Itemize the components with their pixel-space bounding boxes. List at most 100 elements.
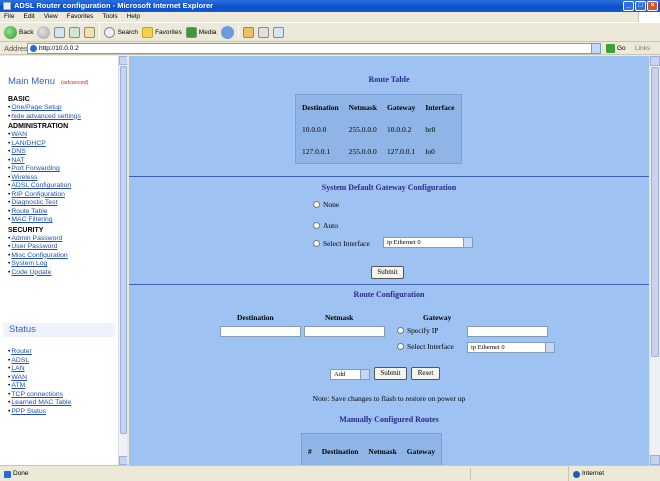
address-dropdown-icon[interactable] xyxy=(591,44,600,53)
nav-link-wireless[interactable]: Wireless xyxy=(8,174,116,183)
nav-link-wan[interactable]: WAN xyxy=(8,131,116,140)
home-icon[interactable] xyxy=(84,26,96,38)
radio-specify-ip-label: Specify IP xyxy=(407,326,439,335)
scroll-thumb[interactable] xyxy=(651,67,659,357)
scroll-down-icon[interactable] xyxy=(119,456,127,465)
status-link-wan[interactable]: WAN xyxy=(8,374,116,383)
netmask-input[interactable] xyxy=(304,326,385,337)
links-button[interactable]: Links xyxy=(635,42,650,55)
mail-icon[interactable] xyxy=(242,26,254,38)
nav-link-user-password[interactable]: User Password xyxy=(8,243,116,252)
status-link-router[interactable]: Router xyxy=(8,348,116,357)
history-icon[interactable] xyxy=(220,25,234,39)
stop-icon[interactable] xyxy=(54,26,66,38)
back-button[interactable]: Back xyxy=(4,25,33,39)
close-button[interactable]: × xyxy=(647,1,658,11)
window-title: ADSL Router configuration - Microsoft In… xyxy=(14,1,214,10)
gateway-ip-input[interactable] xyxy=(467,326,548,337)
nav-link-route-table[interactable]: Route Table xyxy=(8,208,116,217)
status-link-lan[interactable]: LAN xyxy=(8,365,116,374)
menu-file[interactable]: File xyxy=(4,12,14,22)
radio-specify-ip[interactable] xyxy=(397,327,404,334)
scroll-up-icon[interactable] xyxy=(119,56,127,65)
radio-auto[interactable] xyxy=(313,222,320,229)
nav-link-system-log[interactable]: System Log xyxy=(8,260,116,269)
nav-link-lan-dhcp[interactable]: LAN/DHCP xyxy=(8,140,116,149)
menu-edit[interactable]: Edit xyxy=(23,12,34,22)
menu-help[interactable]: Help xyxy=(127,12,140,22)
gateway-submit-button[interactable]: Submit xyxy=(371,266,404,279)
radio-route-select-interface[interactable] xyxy=(397,343,404,350)
route-action-value: Add xyxy=(334,371,346,378)
menu-favorites[interactable]: Favorites xyxy=(67,12,94,22)
scroll-thumb[interactable] xyxy=(120,66,127,434)
refresh-icon[interactable] xyxy=(69,26,81,38)
manual-routes-title: Manually Configured Routes xyxy=(339,415,439,424)
route-reset-button[interactable]: Reset xyxy=(411,367,440,380)
nav-link-rip-configuration[interactable]: RIP Configuration xyxy=(8,191,116,200)
status-link-atm[interactable]: ATM xyxy=(8,382,116,391)
menu-view[interactable]: View xyxy=(44,12,58,22)
status-link-tcp-connections[interactable]: TCP connections xyxy=(8,391,116,400)
status-link-adsl[interactable]: ADSL xyxy=(8,357,116,366)
toolbar-separator xyxy=(99,25,101,39)
route-gateway-option-select-interface[interactable]: Select Interface xyxy=(397,342,454,351)
toolbar-separator xyxy=(237,25,239,39)
scroll-down-icon[interactable] xyxy=(650,455,660,465)
radio-select-interface[interactable] xyxy=(313,240,320,247)
table-row: 10.0.0.0 255.0.0.0 10.0.0.2 br0 xyxy=(298,119,459,139)
gateway-option-auto[interactable]: Auto xyxy=(313,221,338,230)
route-table-title: Route Table xyxy=(368,75,410,84)
left-scrollbar[interactable] xyxy=(118,56,127,465)
favorites-button[interactable]: Favorites xyxy=(142,26,182,38)
go-button[interactable]: Go xyxy=(606,42,626,55)
print-icon[interactable] xyxy=(257,26,269,38)
nav-link-mac-filtering[interactable]: MAC Filtering xyxy=(8,216,116,225)
status-link-ppp-status[interactable]: PPP Status xyxy=(8,408,116,417)
route-interface-select[interactable]: ip Ethernet 0 xyxy=(467,342,555,353)
edit-icon[interactable] xyxy=(272,26,284,38)
page-done-icon xyxy=(4,470,11,478)
cell-interface: lo0 xyxy=(425,146,435,156)
nav-link-nat[interactable]: NAT xyxy=(8,157,116,166)
nav-link-hide-advanced[interactable]: hide advanced settings xyxy=(8,113,116,122)
nav-link-admin-password[interactable]: Admin Password xyxy=(8,235,116,244)
gateway-label: Gateway xyxy=(423,313,452,322)
media-button[interactable]: Media xyxy=(185,26,217,38)
nav-link-one-page-setup[interactable]: One/Page Setup xyxy=(8,104,116,113)
nav-link-adsl-configuration[interactable]: ADSL Configuration xyxy=(8,182,116,191)
gateway-option-none[interactable]: None xyxy=(313,200,339,209)
chevron-down-icon xyxy=(545,343,554,352)
route-gateway-option-specify-ip[interactable]: Specify IP xyxy=(397,326,438,335)
content-scrollbar[interactable] xyxy=(649,56,660,465)
favorites-label: Favorites xyxy=(155,28,182,36)
nav-link-misc-configuration[interactable]: Misc Configuration xyxy=(8,252,116,261)
zone-text: Internet xyxy=(582,470,605,477)
nav-link-port-forwarding[interactable]: Port Forwarding xyxy=(8,165,116,174)
address-input[interactable]: http://10.0.0.2 xyxy=(27,43,601,54)
gateway-interface-select[interactable]: ip Ethernet 0 xyxy=(383,237,473,248)
gateway-option-select-interface[interactable]: Select Interface xyxy=(313,239,370,248)
cell-netmask: 255.0.0.0 xyxy=(348,146,377,156)
gateway-interface-value: ip Ethernet 0 xyxy=(387,239,421,246)
forward-button[interactable] xyxy=(37,25,51,39)
menu-tools[interactable]: Tools xyxy=(102,12,117,22)
col-index: # xyxy=(308,446,312,456)
nav-link-dns[interactable]: DNS xyxy=(8,148,116,157)
address-bar: Address http://10.0.0.2 Go Links xyxy=(0,42,660,55)
manual-routes-header-row: # Destination Netmask Gateway xyxy=(304,436,439,465)
destination-input[interactable] xyxy=(220,326,301,337)
scroll-up-icon[interactable] xyxy=(650,56,660,66)
route-action-select[interactable]: Add xyxy=(330,369,370,380)
page-icon xyxy=(30,45,37,52)
radio-none[interactable] xyxy=(313,201,320,208)
maximize-button[interactable]: □ xyxy=(635,1,646,11)
window-titlebar: ADSL Router configuration - Microsoft In… xyxy=(0,0,660,12)
minimize-button[interactable]: _ xyxy=(623,1,634,11)
route-submit-button[interactable]: Submit xyxy=(374,367,407,380)
nav-link-diagnostic-test[interactable]: Diagnostic Test xyxy=(8,199,116,208)
nav-heading-basic: BASIC xyxy=(8,96,30,103)
nav-link-code-update[interactable]: Code Update xyxy=(8,269,116,278)
search-button[interactable]: Search xyxy=(104,26,138,38)
status-link-learned-mac-table[interactable]: Learned MAC Table xyxy=(8,399,116,408)
